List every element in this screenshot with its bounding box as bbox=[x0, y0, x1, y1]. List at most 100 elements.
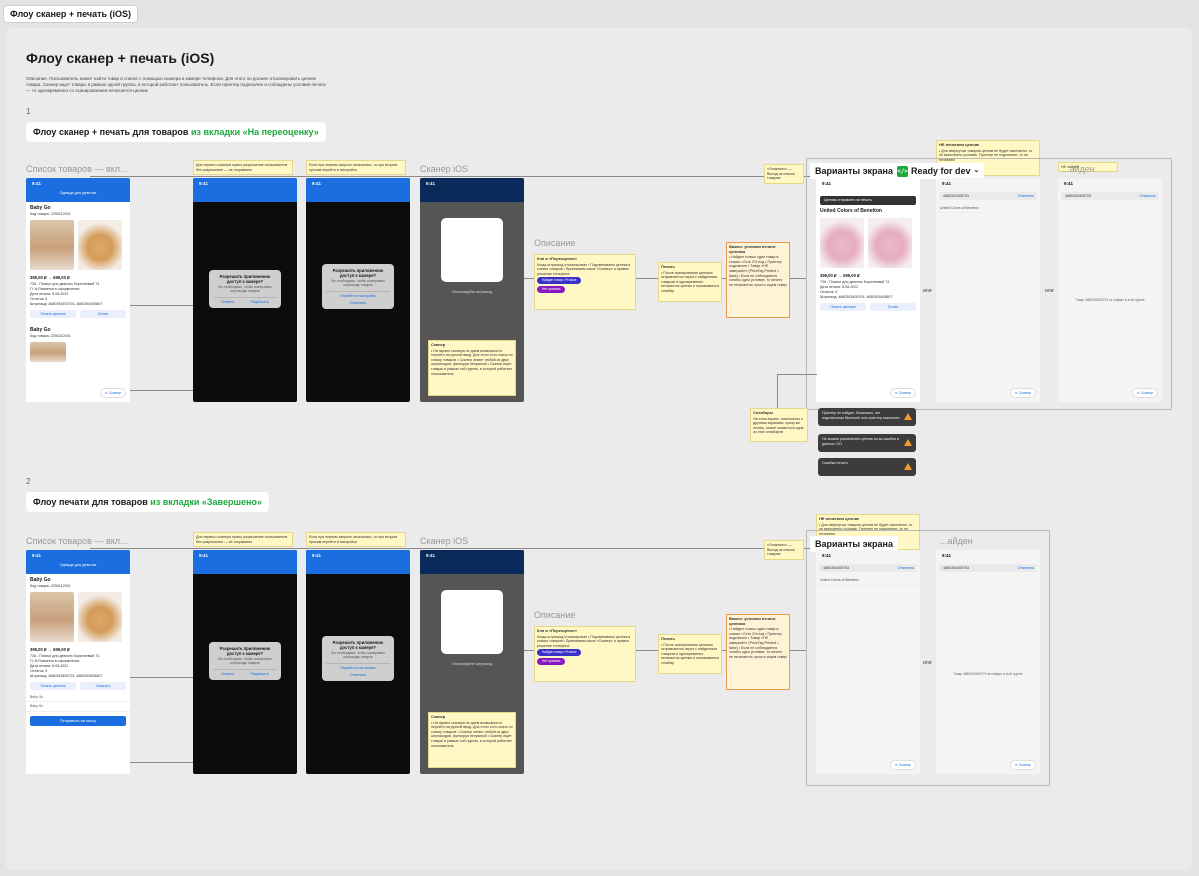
search-input[interactable]: 4680393405703 Отменить bbox=[819, 564, 917, 572]
connector-line bbox=[130, 677, 193, 678]
frame-label-scanner: Сканер iOS bbox=[420, 536, 469, 546]
status-time: 9:41 bbox=[312, 181, 322, 186]
list-item[interactable]: United Colors of Benetton bbox=[936, 204, 1040, 214]
dialog-cancel-button[interactable]: Отменить bbox=[326, 673, 390, 677]
scan-viewfinder bbox=[441, 590, 503, 654]
list-item[interactable]: United Colors of Benetton bbox=[816, 576, 920, 586]
screen-product-list: 9:41 Одежда для девочек Baby Go Код това… bbox=[26, 550, 130, 774]
revert-button[interactable]: Свернуть bbox=[80, 682, 126, 690]
dialog-desc: Это необходимо, чтобы сканировать штрихк… bbox=[217, 657, 273, 665]
scanner-button[interactable]: ✕ Сканер bbox=[1009, 388, 1036, 398]
section-title-text: Флоу сканер + печать для товаров bbox=[33, 127, 191, 137]
scanner-button-label: Сканер bbox=[108, 391, 121, 395]
permission-dialog: Разрешить приложению доступ к камере? Эт… bbox=[209, 270, 281, 308]
note-scanner: Сканер • На экране сканера не даем возмо… bbox=[428, 340, 516, 396]
chevron-down-icon: ⌄ bbox=[973, 167, 980, 174]
note-body: • Найден только один товар в списке • Ес… bbox=[729, 627, 787, 659]
connector-line bbox=[90, 548, 822, 549]
note-title: НЕ печатаем ценник bbox=[819, 516, 860, 521]
dialog-allow-button[interactable]: Разрешить bbox=[250, 300, 268, 304]
connector-line bbox=[636, 278, 658, 279]
list-item[interactable]: Baby Go bbox=[26, 693, 130, 703]
print-price-button[interactable]: Печать ценника bbox=[30, 310, 76, 318]
scanner-button[interactable]: ✕ Сканер bbox=[99, 388, 126, 398]
note-permission-1: Для первого сканера нужно разрешение пол… bbox=[193, 532, 293, 547]
screen-camera-settings: 9:41 Разрешить приложению доступ к камер… bbox=[306, 178, 410, 402]
status-time: 9:41 bbox=[426, 181, 436, 186]
note-close: «Отменить» — Выход из списка товаров bbox=[764, 164, 804, 184]
note-body: • Найден только один товар в списке • Ес… bbox=[729, 255, 787, 287]
connector-line bbox=[790, 278, 806, 279]
product-name: Baby Go bbox=[30, 327, 51, 333]
print-toast: Ценник отправлен на печать bbox=[820, 196, 916, 205]
send-to-checkout-button[interactable]: Отправить на кассу bbox=[30, 715, 126, 726]
note-title: Печать bbox=[661, 636, 675, 641]
scanner-button-label: Сканер bbox=[898, 763, 911, 767]
search-cancel[interactable]: Отменить bbox=[898, 564, 914, 572]
note-title: НЕ печатаем ценник bbox=[939, 142, 980, 147]
search-cancel[interactable]: Отменить bbox=[1140, 192, 1156, 200]
scanner-button[interactable]: ✕ Сканер bbox=[889, 388, 916, 398]
print-price-button[interactable]: Печать ценника bbox=[30, 682, 76, 690]
scanner-button-label: Сканер bbox=[1018, 763, 1031, 767]
product-photo bbox=[30, 342, 66, 362]
settings-dialog: Разрешить приложению доступ к камере? Эт… bbox=[322, 264, 394, 309]
dialog-cancel-button[interactable]: Отмена bbox=[221, 672, 234, 676]
scanner-button[interactable]: ✕ Сканер bbox=[889, 760, 916, 770]
done-button[interactable]: Готово bbox=[80, 310, 126, 318]
screen-camera-permission: 9:41 Разрешить приложению доступ к камер… bbox=[193, 550, 297, 774]
section-number: 1 bbox=[26, 107, 31, 116]
or-label: или bbox=[1045, 288, 1054, 294]
note-print-conditions: Важно: условия печати ценника • Найден т… bbox=[726, 614, 790, 690]
section-number: 2 bbox=[26, 477, 31, 486]
section-title-highlight: из вкладки «Завершено» bbox=[150, 497, 262, 507]
status-time: 9:41 bbox=[199, 553, 209, 558]
connector-line bbox=[524, 650, 534, 651]
section-title: Флоу печати для товаров из вкладки «Заве… bbox=[26, 492, 269, 512]
note-reprice: Кнп в «Переоценке» Когда штрихкод отскан… bbox=[534, 254, 636, 310]
board-description: Описание. Пользователь может найти товар… bbox=[26, 76, 326, 93]
note-body: Когда штрихкод отсканирован • Подсвечива… bbox=[537, 634, 631, 648]
search-input[interactable]: 4680393405703 Отменить bbox=[939, 192, 1037, 200]
dialog-cancel-button[interactable]: Отмена bbox=[221, 300, 234, 304]
search-cancel[interactable]: Отменить bbox=[1018, 564, 1034, 572]
frame-label-not-found: ...айден bbox=[1062, 164, 1095, 174]
empty-state-text: Товар 4680393405703 не найден в этой гру… bbox=[953, 672, 1023, 676]
file-tab[interactable]: Флоу сканер + печать (iOS) bbox=[3, 5, 139, 23]
empty-state-text: Товар 4680393405703 не найден в этой гру… bbox=[1075, 298, 1145, 302]
note-permission-1: Для первого сканера нужно разрешение пол… bbox=[193, 160, 293, 175]
product-price: 399,00 ₽ → 699,00 ₽ bbox=[820, 273, 860, 278]
note-body: • На экране сканера не даем возможности … bbox=[431, 720, 513, 748]
nav-title: Одежда для девочек bbox=[59, 191, 97, 195]
snackbar-print-error: Ошибка печати bbox=[818, 458, 916, 476]
status-time: 9:41 bbox=[199, 181, 209, 186]
dialog-cancel-button[interactable]: Отменить bbox=[326, 301, 390, 305]
section-title-text: Флоу печати для товаров bbox=[33, 497, 151, 507]
section-title-highlight: из вкладки «На переоценку» bbox=[190, 127, 319, 137]
search-input[interactable]: 4680393405703 Отменить bbox=[939, 564, 1037, 572]
list-item[interactable]: Baby Go bbox=[26, 702, 130, 712]
ready-for-dev-badge[interactable]: </> Ready for dev ⌄ bbox=[894, 163, 985, 179]
search-input[interactable]: 4680393405703 Отменить bbox=[1061, 192, 1159, 200]
dialog-allow-button[interactable]: Разрешить bbox=[250, 672, 268, 676]
search-cancel[interactable]: Отменить bbox=[1018, 192, 1034, 200]
product-photo bbox=[30, 592, 74, 642]
screen-search-results: 9:41 4680393405703 Отменить United Colors… bbox=[936, 178, 1040, 402]
scanner-button[interactable]: ✕ Сканер bbox=[1009, 760, 1036, 770]
print-price-button[interactable]: Печать ценника bbox=[820, 303, 866, 311]
screen-scan-printed: 9:41 Ценник отправлен на печать United C… bbox=[816, 178, 920, 402]
note-title: Сканер bbox=[431, 342, 446, 347]
dialog-settings-button[interactable]: Перейти в настройки bbox=[326, 294, 390, 298]
status-time: 9:41 bbox=[32, 553, 42, 558]
scanner-button[interactable]: ✕ Сканер bbox=[1131, 388, 1158, 398]
product-photo bbox=[78, 220, 122, 270]
dialog-settings-button[interactable]: Перейти в настройки bbox=[326, 666, 390, 670]
no-price-chip: Нет ценника bbox=[537, 286, 566, 294]
note-permission-2: Если при первом запросе отказались, то п… bbox=[306, 160, 406, 175]
board-title: Флоу сканер + печать (iOS) bbox=[26, 50, 215, 66]
scan-viewfinder bbox=[441, 218, 503, 282]
scanner-button-label: Сканер bbox=[898, 391, 911, 395]
note-body: На этом экране, аналогично с другими экр… bbox=[753, 416, 804, 435]
done-button[interactable]: Готово bbox=[870, 303, 916, 311]
screen-search-results: 9:41 4680393405703 Отменить United Colors… bbox=[816, 550, 920, 774]
